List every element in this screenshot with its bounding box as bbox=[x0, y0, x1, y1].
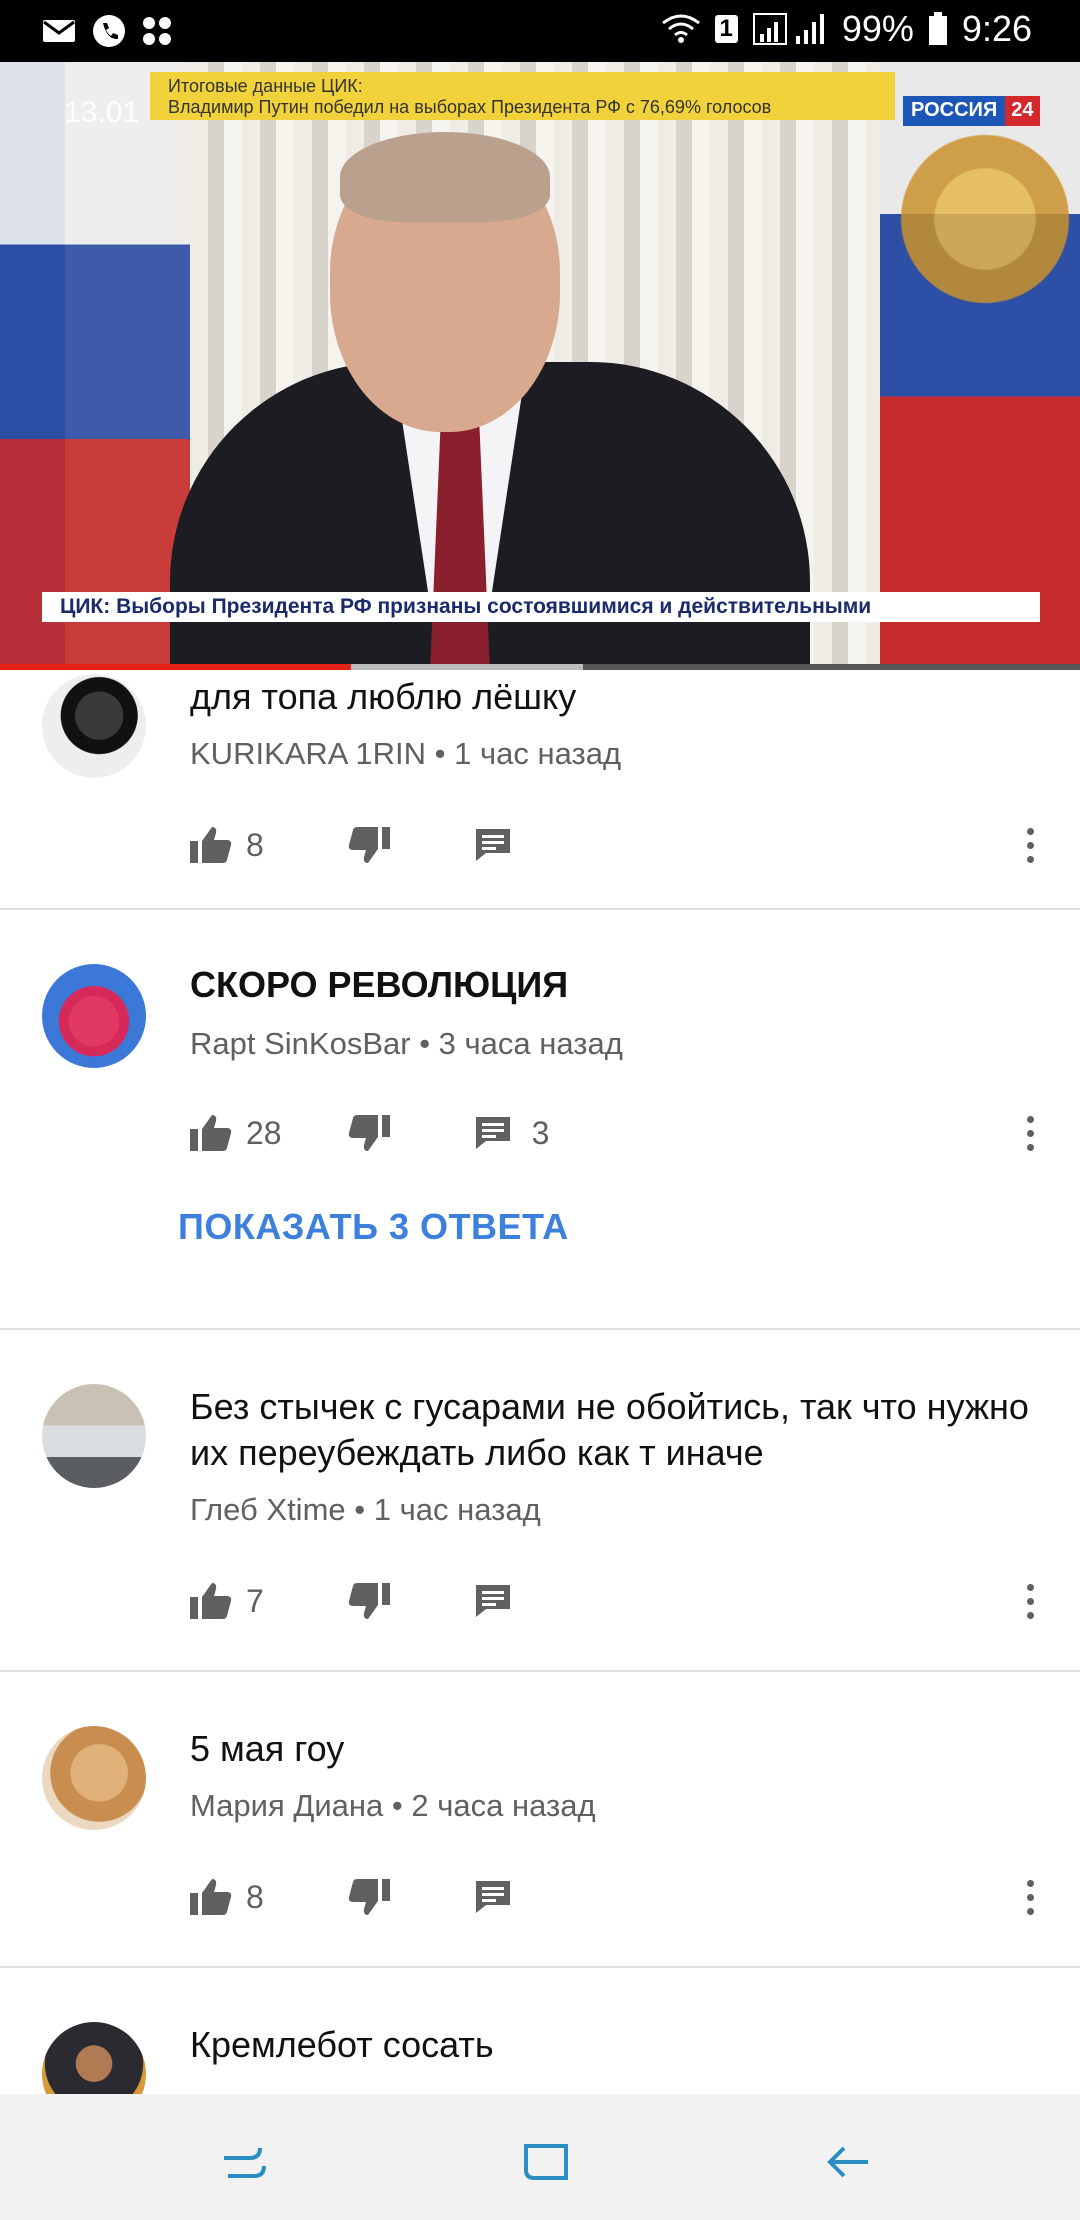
avatar[interactable] bbox=[42, 964, 146, 1068]
comment-author[interactable]: KURIKARA 1RIN bbox=[190, 736, 426, 771]
comment-meta[interactable]: KURIKARA 1RIN • 1 час назад bbox=[190, 736, 621, 772]
reply-button[interactable] bbox=[474, 1583, 512, 1619]
recent-apps-button[interactable] bbox=[214, 2132, 274, 2192]
more-options-button[interactable] bbox=[1020, 1576, 1040, 1626]
reply-button[interactable] bbox=[474, 1879, 512, 1915]
dislike-button[interactable] bbox=[348, 1113, 390, 1153]
reply-button[interactable] bbox=[474, 827, 512, 863]
news-headline-bottom: ЦИК: Выборы Президента РФ признаны состо… bbox=[42, 592, 1040, 622]
phone-icon bbox=[92, 14, 126, 48]
comment-meta[interactable]: Глеб Xtime • 1 час назад bbox=[190, 1492, 541, 1528]
like-count: 28 bbox=[246, 1114, 282, 1151]
channel-name: РОССИЯ bbox=[903, 96, 1006, 126]
comment-time: 2 часа назад bbox=[411, 1788, 596, 1823]
comment-meta[interactable]: Rapt SinKosBar • 3 часа назад bbox=[190, 1026, 623, 1062]
dislike-button[interactable] bbox=[348, 825, 390, 865]
news-headline-top: Итоговые данные ЦИК: Владимир Путин побе… bbox=[150, 72, 895, 120]
comment-author[interactable]: Rapt SinKosBar bbox=[190, 1026, 411, 1061]
thumbs-up-icon bbox=[190, 827, 232, 863]
home-icon bbox=[524, 2144, 568, 2180]
comment-icon bbox=[475, 829, 510, 861]
more-options-button[interactable] bbox=[1020, 1872, 1040, 1922]
thumbs-down-icon bbox=[348, 1583, 390, 1619]
channel-number: 24 bbox=[1005, 96, 1040, 126]
signal-icon bbox=[752, 12, 828, 46]
channel-logo: РОССИЯ 24 bbox=[903, 96, 1040, 126]
news-headline-top-line1: Итоговые данные ЦИК: bbox=[168, 76, 363, 96]
thumbs-up-icon bbox=[190, 1115, 232, 1151]
dislike-button[interactable] bbox=[348, 1581, 390, 1621]
avatar[interactable] bbox=[42, 1384, 146, 1488]
comment-icon bbox=[475, 1585, 510, 1617]
like-button[interactable]: 8 bbox=[190, 825, 264, 865]
comment-item: СКОРО РЕВОЛЮЦИЯ Rapt SinKosBar • 3 часа … bbox=[0, 910, 1080, 1330]
comment-text: СКОРО РЕВОЛЮЦИЯ bbox=[190, 964, 569, 1005]
comment-actions: 8 bbox=[190, 1872, 512, 1922]
like-count: 7 bbox=[246, 1582, 264, 1619]
comment-text: 5 мая гоу bbox=[190, 1728, 345, 1769]
more-options-button[interactable] bbox=[1020, 1108, 1040, 1158]
back-button[interactable] bbox=[818, 2132, 878, 2192]
coat-of-arms bbox=[900, 102, 1070, 362]
comment-author[interactable]: Глеб Xtime bbox=[190, 1492, 346, 1527]
more-options-button[interactable] bbox=[1020, 820, 1040, 870]
comment-item: 5 мая гоу Мария Диана • 2 часа назад 8 bbox=[0, 1672, 1080, 1968]
status-bar: 1 99% 9:26 bbox=[0, 0, 1080, 62]
thumbs-up-icon bbox=[190, 1583, 232, 1619]
comment-item: Кремлебот сосать bbox=[0, 1968, 1080, 2126]
comment-time: 3 часа назад bbox=[438, 1026, 623, 1061]
reply-count: 3 bbox=[531, 1114, 550, 1151]
thumbs-down-icon bbox=[348, 1879, 390, 1915]
mail-icon bbox=[42, 18, 76, 44]
battery-icon bbox=[928, 12, 948, 46]
meta-separator: • bbox=[434, 736, 446, 771]
news-headline-top-line2: Владимир Путин победил на выборах Презид… bbox=[168, 97, 772, 117]
like-button[interactable]: 28 bbox=[190, 1113, 282, 1153]
battery-percent: 99% bbox=[841, 8, 914, 49]
comment-meta[interactable]: Мария Диана • 2 часа назад bbox=[190, 1788, 596, 1824]
comment-icon bbox=[475, 1881, 510, 1913]
like-count: 8 bbox=[246, 1878, 264, 1915]
back-icon bbox=[827, 2146, 868, 2178]
comment-actions: 28 3 bbox=[190, 1108, 549, 1158]
thumbs-up-icon bbox=[190, 1879, 232, 1915]
video-player[interactable]: 13.01 Итоговые данные ЦИК: Владимир Пути… bbox=[0, 62, 1080, 670]
news-date: 13.01 bbox=[64, 96, 140, 129]
reply-button[interactable]: 3 bbox=[474, 1114, 550, 1152]
wifi-icon bbox=[661, 13, 701, 45]
comments-list: для топа люблю лёшку KURIKARA 1RIN • 1 ч… bbox=[0, 670, 1080, 2126]
comment-icon bbox=[475, 1117, 510, 1149]
meta-separator: • bbox=[354, 1492, 366, 1527]
navigation-bar bbox=[0, 2094, 1080, 2220]
comment-time: 1 час назад bbox=[454, 736, 622, 771]
dislike-button[interactable] bbox=[348, 1877, 390, 1917]
meta-separator: • bbox=[391, 1788, 403, 1823]
comment-actions: 7 bbox=[190, 1576, 512, 1626]
show-replies-link[interactable]: ПОКАЗАТЬ 3 ОТВЕТА bbox=[178, 1206, 569, 1248]
like-button[interactable]: 7 bbox=[190, 1581, 264, 1621]
comment-time: 1 час назад bbox=[373, 1492, 541, 1527]
like-count: 8 bbox=[246, 826, 264, 863]
speaker-hair bbox=[340, 132, 550, 222]
like-button[interactable]: 8 bbox=[190, 1877, 264, 1917]
comment-item: Без стычек с гусарами не обойтись, так ч… bbox=[0, 1330, 1080, 1672]
clock: 9:26 bbox=[961, 8, 1032, 49]
avatar[interactable] bbox=[42, 674, 146, 778]
thumbs-down-icon bbox=[348, 827, 390, 863]
comment-text: для топа люблю лёшку bbox=[190, 676, 577, 717]
comment-actions: 8 bbox=[190, 820, 512, 870]
avatar[interactable] bbox=[42, 1726, 146, 1830]
comment-text: Без стычек с гусарами не обойтись, так ч… bbox=[190, 1386, 1029, 1473]
comment-author[interactable]: Мария Диана bbox=[190, 1788, 383, 1823]
home-button[interactable] bbox=[516, 2132, 576, 2192]
apps-icon bbox=[142, 16, 172, 46]
comment-text: Кремлебот сосать bbox=[190, 2024, 494, 2065]
sim-badge: 1 bbox=[714, 15, 738, 43]
meta-separator: • bbox=[419, 1026, 431, 1061]
comment-item: для топа люблю лёшку KURIKARA 1RIN • 1 ч… bbox=[0, 670, 1080, 910]
thumbs-down-icon bbox=[348, 1115, 390, 1151]
recent-apps-icon bbox=[224, 2147, 266, 2178]
